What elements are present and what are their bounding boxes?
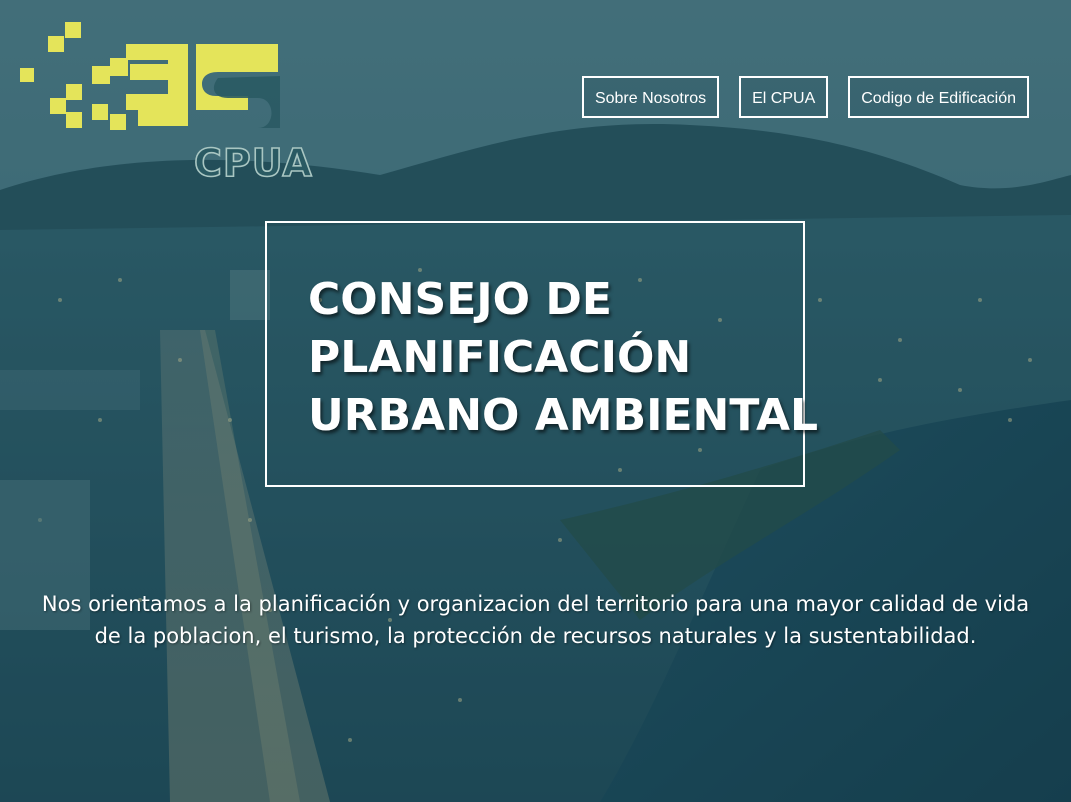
hero-title-line: PLANIFICACIÓN [308,332,692,383]
hero-subtitle: Nos orientamos a la planificación y orga… [41,592,1030,648]
hero-title-line: CONSEJO DE [308,274,612,325]
nav-sobre-nosotros-button[interactable]: Sobre Nosotros [581,76,720,118]
nav-codigo-edificacion-button[interactable]: Codigo de Edificación [848,76,1029,118]
cpua-logo-mark: CPUA [20,22,313,183]
hero-title-line: URBANO AMBIENTAL [308,390,819,441]
main-nav: Sobre Nosotros El CPUA Codigo de Edifica… [581,76,1029,118]
hero-section: CPUA Sobre Nosotros El CPUA Codigo de Ed… [0,0,1071,802]
hero-title-box: CONSEJO DE PLANIFICACIÓN URBANO AMBIENTA… [265,221,819,487]
nav-el-cpua-button[interactable]: El CPUA [739,76,829,118]
logo-text: CPUA [194,141,313,183]
hero-title: CONSEJO DE PLANIFICACIÓN URBANO AMBIENTA… [308,271,819,445]
cpua-logo[interactable]: CPUA [18,18,328,183]
